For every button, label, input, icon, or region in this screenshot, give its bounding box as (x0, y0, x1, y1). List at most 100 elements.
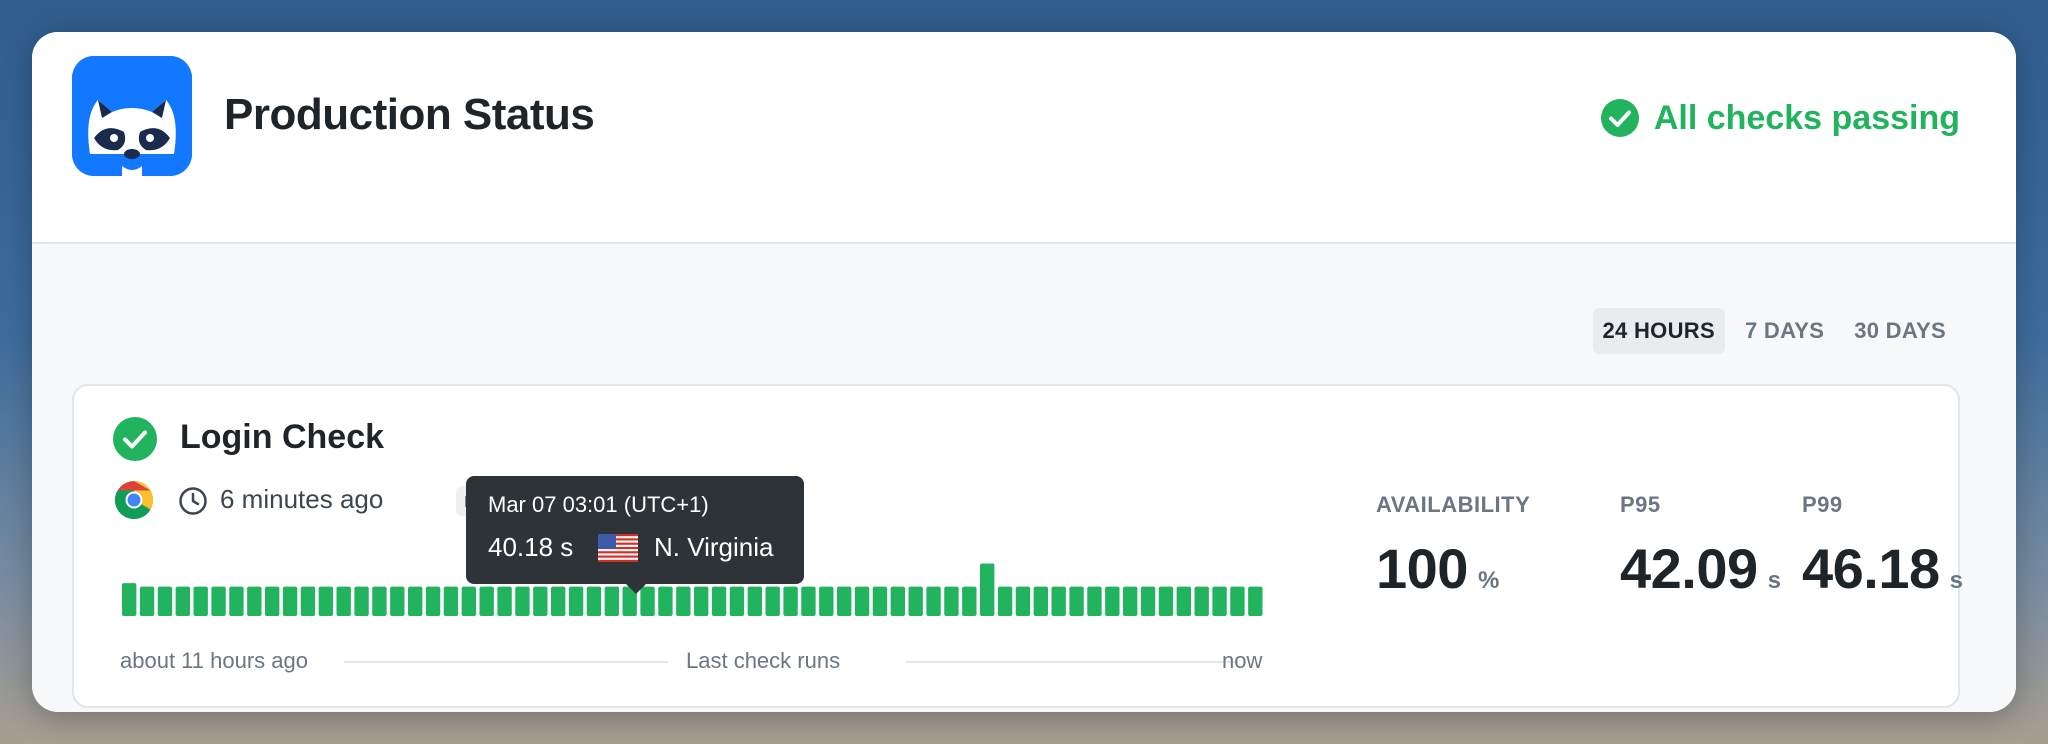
time-range-tabs: 24 HOURS 7 DAYS 30 DAYS (1592, 308, 1957, 354)
axis-start-label: about 11 hours ago (120, 648, 308, 673)
p95-value: 42.09 (1620, 537, 1758, 600)
check-run-bar[interactable] (1140, 586, 1156, 616)
tooltip-region: N. Virginia (654, 532, 774, 562)
check-run-bar[interactable] (479, 586, 494, 616)
check-run-bar[interactable] (658, 586, 673, 616)
check-run-bar[interactable] (586, 586, 602, 616)
check-run-bar[interactable] (890, 586, 906, 616)
check-run-bar[interactable] (747, 586, 763, 616)
tab-7-days[interactable]: 7 DAYS (1735, 308, 1834, 354)
check-run-bar[interactable] (765, 586, 780, 616)
clock-icon (179, 487, 207, 515)
check-run-bar[interactable] (962, 586, 977, 616)
status-text: All checks passing (1653, 98, 1960, 137)
check-run-bar[interactable] (694, 586, 709, 616)
check-run-bar[interactable] (604, 586, 620, 616)
tooltip-duration: 40.18 s (488, 532, 574, 562)
tooltip-date: Mar 07 03:01 (UTC+1) (488, 492, 709, 517)
check-run-bar[interactable] (997, 586, 1013, 616)
check-run-bar[interactable] (1069, 586, 1084, 616)
check-run-bar[interactable] (157, 586, 173, 616)
check-run-bar[interactable] (497, 586, 512, 616)
check-run-bar[interactable] (443, 586, 459, 616)
p99-label: P99 (1802, 492, 1843, 517)
check-run-bar[interactable] (1176, 586, 1192, 616)
axis-end-label: now (1222, 648, 1263, 673)
check-run-bar[interactable] (1123, 586, 1138, 616)
p95-unit: s (1767, 567, 1781, 594)
check-run-bar[interactable] (282, 586, 298, 616)
check-run-bar[interactable] (175, 586, 191, 616)
page-title: Production Status (224, 90, 595, 139)
check-run-bar[interactable] (229, 586, 244, 616)
check-run-bar[interactable] (729, 586, 745, 616)
check-run-bar[interactable] (515, 586, 530, 616)
check-run-bar[interactable] (1015, 586, 1031, 616)
p95-metric: 42.09 s (1620, 536, 1781, 601)
check-run-bar[interactable] (1087, 586, 1102, 616)
check-circle-icon (113, 417, 157, 461)
p99-unit: s (1949, 567, 1963, 594)
p99-value: 46.18 (1802, 537, 1940, 600)
check-run-bar[interactable] (372, 586, 387, 616)
check-run-bar[interactable] (390, 586, 405, 616)
check-run-bar[interactable] (783, 586, 798, 616)
check-run-bar[interactable] (1230, 586, 1245, 616)
check-run-bar[interactable] (711, 586, 727, 616)
check-run-bar[interactable] (1051, 586, 1066, 616)
check-run-bar[interactable] (139, 586, 155, 616)
check-run-bar[interactable] (247, 586, 262, 616)
check-run-bar[interactable] (819, 586, 834, 616)
check-run-bar[interactable] (265, 586, 280, 616)
availability-metric: 100 % (1376, 536, 1499, 601)
axis-middle-label: Last check runs (686, 648, 841, 673)
chrome-icon (114, 480, 154, 520)
check-run-bar[interactable] (551, 586, 566, 616)
check-run-bar[interactable] (944, 586, 959, 616)
check-run-bar[interactable] (1158, 586, 1174, 616)
overall-status: All checks passing (1600, 98, 1960, 138)
p95-label: P95 (1620, 492, 1661, 517)
p99-metric: 46.18 s (1802, 536, 1963, 601)
check-run-bar[interactable] (461, 586, 477, 616)
axis-divider (906, 661, 1238, 663)
check-run-bar[interactable] (801, 586, 816, 616)
run-tooltip: Mar 07 03:01 (UTC+1) 40.18 s N. Virginia (466, 476, 804, 594)
availability-label: AVAILABILITY (1376, 492, 1531, 517)
check-run-bar[interactable] (336, 586, 351, 616)
check-run-bar[interactable] (211, 586, 226, 616)
us-flag-icon (598, 534, 638, 562)
axis-divider (344, 661, 668, 663)
availability-value: 100 (1376, 537, 1468, 600)
check-run-bar[interactable] (676, 586, 691, 616)
check-run-bar[interactable] (1033, 586, 1049, 616)
check-run-bar[interactable] (872, 586, 888, 616)
tab-24-hours[interactable]: 24 HOURS (1592, 308, 1725, 354)
check-name[interactable]: Login Check (180, 418, 384, 457)
check-run-bar[interactable] (354, 586, 369, 616)
check-run-bar[interactable] (1212, 586, 1227, 616)
last-run-time: 6 minutes ago (220, 484, 384, 514)
check-card[interactable]: Login Check 6 minutes ago mis about 11 h… (72, 384, 1963, 708)
raccoon-logo-icon (72, 56, 192, 176)
check-run-bar[interactable] (318, 586, 334, 616)
check-run-bar[interactable] (854, 586, 870, 616)
check-run-bar[interactable] (926, 586, 941, 616)
check-run-bar[interactable] (980, 563, 995, 617)
check-run-bar[interactable] (1105, 586, 1120, 616)
check-run-bar[interactable] (408, 586, 423, 616)
check-run-bar[interactable] (533, 586, 548, 616)
check-run-bar[interactable] (1194, 586, 1209, 616)
check-run-bar[interactable] (300, 586, 316, 616)
status-page-window: Production Status All checks passing 24 … (32, 32, 2016, 712)
check-circle-icon (1600, 99, 1639, 137)
check-run-bar[interactable] (908, 586, 923, 616)
check-run-bar[interactable] (568, 586, 584, 616)
tab-30-days[interactable]: 30 DAYS (1844, 308, 1956, 354)
check-run-bar[interactable] (1248, 586, 1263, 616)
header: Production Status All checks passing (32, 32, 2016, 244)
check-run-bar[interactable] (193, 586, 208, 616)
check-run-bar[interactable] (122, 583, 137, 616)
check-run-bar[interactable] (425, 586, 441, 616)
check-run-bar[interactable] (837, 586, 852, 616)
